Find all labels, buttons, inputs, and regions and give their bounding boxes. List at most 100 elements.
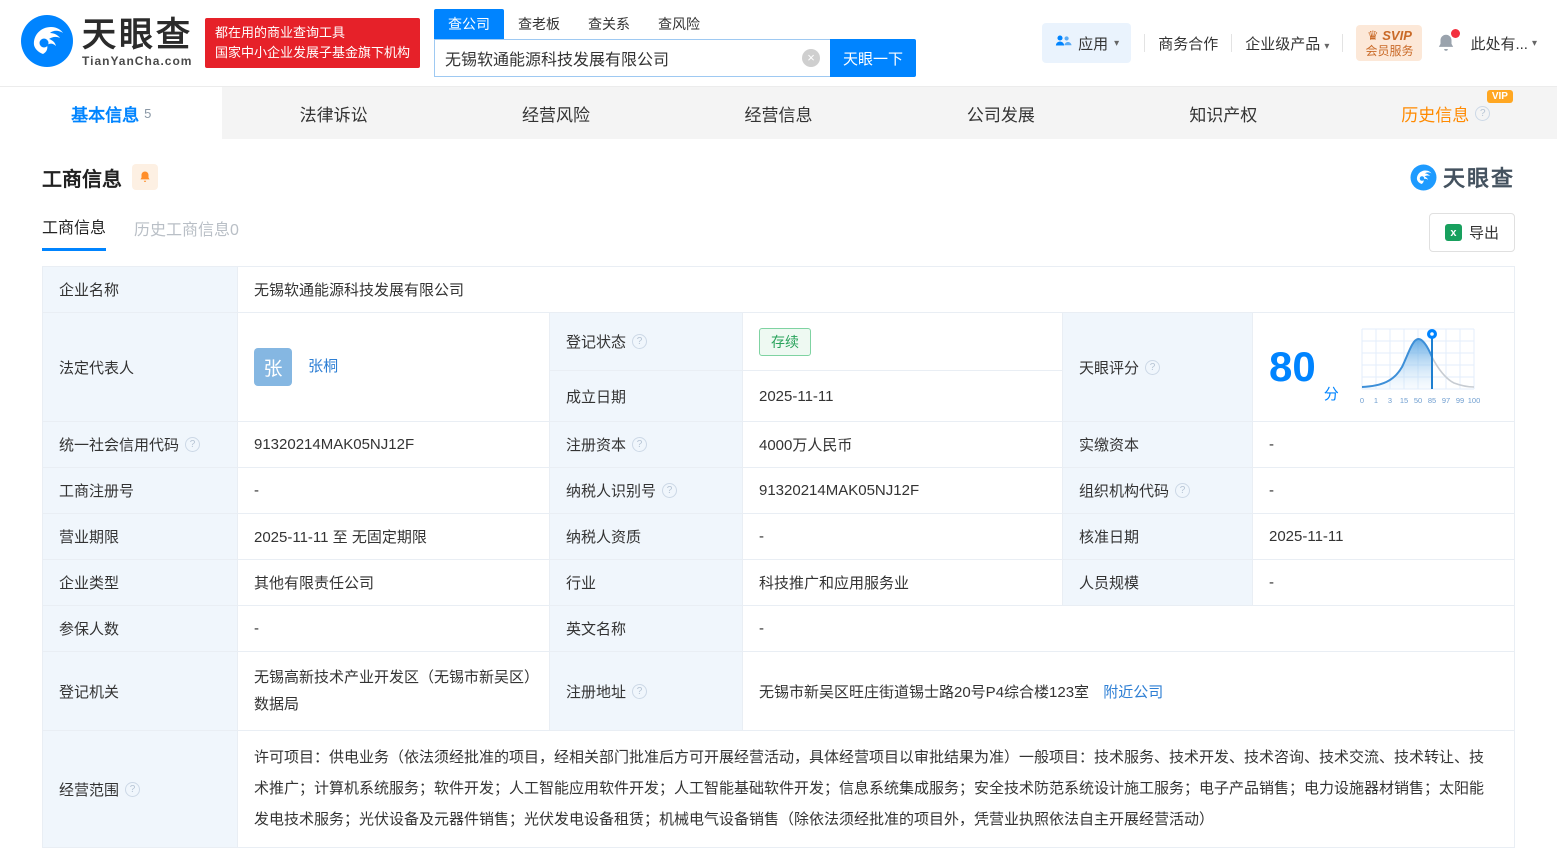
company-tab-bar: 基本信息 5 法律诉讼 经营风险 经营信息 公司发展 知识产权 历史信息 ? V… bbox=[0, 86, 1557, 139]
tab-operational-risk[interactable]: 经营风险 bbox=[445, 87, 667, 139]
user-menu[interactable]: 此处有... ▾ bbox=[1470, 33, 1537, 54]
subtab-business-registration[interactable]: 工商信息 bbox=[42, 214, 107, 251]
reg-capital-label: 注册资本? bbox=[549, 421, 743, 468]
tab-basic-info[interactable]: 基本信息 5 bbox=[0, 87, 223, 139]
chevron-down-icon: ▾ bbox=[1531, 37, 1537, 49]
tab-history-info[interactable]: 历史信息 ? VIP bbox=[1335, 87, 1557, 139]
paid-capital-value: - bbox=[1252, 421, 1515, 468]
watermark-logo-icon bbox=[1410, 164, 1437, 190]
status-badge: 存续 bbox=[759, 327, 811, 356]
english-name-value: - bbox=[742, 605, 1515, 652]
apps-label: 应用 bbox=[1078, 35, 1109, 53]
establish-date-label: 成立日期 bbox=[549, 370, 743, 422]
site-header: 天眼查 TianYanCha.com 都在用的商业查询工具 国家中小企业发展子基… bbox=[0, 0, 1557, 86]
tab-intellectual-property[interactable]: 知识产权 bbox=[1112, 87, 1334, 139]
score-distribution-chart: 0 1 3 15 50 85 97 99 100 bbox=[1360, 328, 1480, 405]
business-term-value: 2025-11-11 至 无固定期限 bbox=[237, 513, 550, 560]
divider bbox=[1342, 34, 1344, 52]
search-tab-boss[interactable]: 查老板 bbox=[504, 9, 574, 39]
logo-text: 天眼查 bbox=[82, 16, 193, 54]
subtab-history-registration[interactable]: 历史工商信息0 bbox=[134, 216, 239, 250]
section-title: 工商信息 bbox=[42, 168, 122, 191]
logo-domain: TianYanCha.com bbox=[82, 54, 193, 68]
crown-icon: ♛ bbox=[1366, 28, 1379, 43]
legal-rep-avatar[interactable]: 张 bbox=[254, 348, 292, 386]
approval-date-value: 2025-11-11 bbox=[1252, 513, 1515, 560]
help-icon[interactable]: ? bbox=[662, 483, 678, 498]
search-box: 查公司 查老板 查关系 查风险 × 天眼一下 bbox=[434, 9, 917, 77]
tab-count: 5 bbox=[144, 105, 152, 121]
reg-number-value: - bbox=[237, 467, 550, 514]
nav-business-cooperation[interactable]: 商务合作 bbox=[1158, 33, 1218, 54]
business-scope-value: 许可项目：供电业务（依法须经批准的项目，经相关部门批准后方可开展经营活动，具体经… bbox=[237, 729, 1515, 848]
table-row: 工商注册号 - 纳税人识别号? 91320214MAK05NJ12F 组织机构代… bbox=[42, 467, 1515, 514]
excel-icon: x bbox=[1444, 224, 1462, 241]
search-tab-company[interactable]: 查公司 bbox=[434, 9, 505, 39]
search-input[interactable] bbox=[445, 49, 803, 67]
reg-authority-value: 无锡高新技术产业开发区（无锡市新吴区）数据局 bbox=[237, 651, 550, 731]
table-row: 登记机关 无锡高新技术产业开发区（无锡市新吴区）数据局 注册地址? 无锡市新吴区… bbox=[42, 651, 1515, 731]
table-row: 参保人数 - 英文名称 - bbox=[42, 605, 1515, 652]
staff-size-value: - bbox=[1252, 559, 1515, 606]
paid-capital-label: 实缴资本 bbox=[1062, 421, 1253, 468]
establish-date-value: 2025-11-11 bbox=[742, 370, 1063, 422]
table-row: 营业期限 2025-11-11 至 无固定期限 纳税人资质 - 核准日期 202… bbox=[42, 513, 1515, 560]
svg-text:1: 1 bbox=[1374, 396, 1378, 405]
taxpayer-quality-label: 纳税人资质 bbox=[549, 513, 743, 560]
help-icon[interactable]: ? bbox=[632, 334, 648, 350]
industry-value: 科技推广和应用服务业 bbox=[742, 559, 1063, 606]
export-button[interactable]: x 导出 bbox=[1428, 213, 1515, 252]
help-icon[interactable]: ? bbox=[185, 437, 201, 452]
taxpayer-id-value: 91320214MAK05NJ12F bbox=[742, 467, 1063, 514]
apps-menu-button[interactable]: 应用 ▾ bbox=[1042, 23, 1132, 63]
table-row: 经营范围? 许可项目：供电业务（依法须经批准的项目，经相关部门批准后方可开展经营… bbox=[42, 729, 1515, 848]
company-type-value: 其他有限责任公司 bbox=[237, 559, 550, 606]
score-unit: 分 bbox=[1323, 386, 1339, 403]
reg-number-label: 工商注册号 bbox=[42, 467, 238, 514]
tianyancha-logo[interactable]: 天眼查 TianYanCha.com bbox=[20, 14, 193, 73]
vip-badge: VIP bbox=[1486, 90, 1513, 103]
table-row: 法定代表人 张 张桐 登记状态? 存续 天眼评分? 80 分 0 1 3 15 … bbox=[42, 311, 1515, 422]
credit-code-value: 91320214MAK05NJ12F bbox=[237, 421, 550, 468]
svg-text:0: 0 bbox=[1360, 396, 1364, 405]
legal-rep-link[interactable]: 张桐 bbox=[308, 358, 338, 375]
nearby-companies-link[interactable]: 附近公司 bbox=[1103, 684, 1163, 701]
help-icon: ? bbox=[1475, 105, 1491, 121]
legal-rep-value: 张 张桐 bbox=[237, 312, 550, 422]
search-tab-relation[interactable]: 查关系 bbox=[574, 9, 644, 39]
table-row: 企业名称 无锡软通能源科技发展有限公司 bbox=[42, 266, 1515, 313]
clear-search-icon[interactable]: × bbox=[802, 49, 821, 67]
reg-status-label: 登记状态? bbox=[549, 311, 743, 372]
search-tab-risk[interactable]: 查风险 bbox=[644, 9, 714, 39]
legal-rep-label: 法定代表人 bbox=[42, 312, 238, 422]
tab-company-development[interactable]: 公司发展 bbox=[890, 87, 1112, 139]
help-icon[interactable]: ? bbox=[125, 781, 141, 797]
search-button[interactable]: 天眼一下 bbox=[830, 39, 917, 77]
svg-text:97: 97 bbox=[1442, 396, 1450, 405]
top-nav: 应用 ▾ 商务合作 企业级产品 ▾ ♛ SVIP 会员服务 此处有... ▾ bbox=[1042, 23, 1537, 63]
svip-membership-badge[interactable]: ♛ SVIP 会员服务 bbox=[1356, 25, 1423, 61]
help-icon[interactable]: ? bbox=[1175, 483, 1191, 498]
score-number: 80 bbox=[1269, 343, 1316, 390]
reg-authority-label: 登记机关 bbox=[42, 651, 238, 731]
tab-business-info[interactable]: 经营信息 bbox=[667, 87, 889, 139]
org-code-label: 组织机构代码? bbox=[1062, 467, 1253, 514]
table-row: 企业类型 其他有限责任公司 行业 科技推广和应用服务业 人员规模 - bbox=[42, 559, 1515, 606]
notification-dot bbox=[1451, 29, 1461, 38]
taxpayer-quality-value: - bbox=[742, 513, 1063, 560]
help-icon[interactable]: ? bbox=[1145, 359, 1161, 375]
subscribe-bell-icon[interactable] bbox=[132, 164, 158, 190]
help-icon[interactable]: ? bbox=[632, 683, 648, 699]
help-icon[interactable]: ? bbox=[632, 437, 648, 452]
nav-enterprise-products[interactable]: 企业级产品 ▾ bbox=[1245, 33, 1329, 54]
svg-text:85: 85 bbox=[1428, 396, 1436, 405]
tab-legal-proceedings[interactable]: 法律诉讼 bbox=[222, 87, 444, 139]
chart-x-axis: 0 1 3 15 50 85 97 99 100 bbox=[1360, 396, 1480, 405]
reg-address-value: 无锡市新吴区旺庄街道锡士路20号P4综合楼123室 附近公司 bbox=[742, 651, 1515, 731]
chevron-down-icon: ▾ bbox=[1324, 40, 1330, 52]
industry-label: 行业 bbox=[549, 559, 743, 606]
svg-text:50: 50 bbox=[1414, 396, 1422, 405]
table-row: 统一社会信用代码? 91320214MAK05NJ12F 注册资本? 4000万… bbox=[42, 421, 1515, 468]
notification-bell-icon[interactable] bbox=[1435, 29, 1461, 54]
company-name-label: 企业名称 bbox=[42, 266, 238, 313]
